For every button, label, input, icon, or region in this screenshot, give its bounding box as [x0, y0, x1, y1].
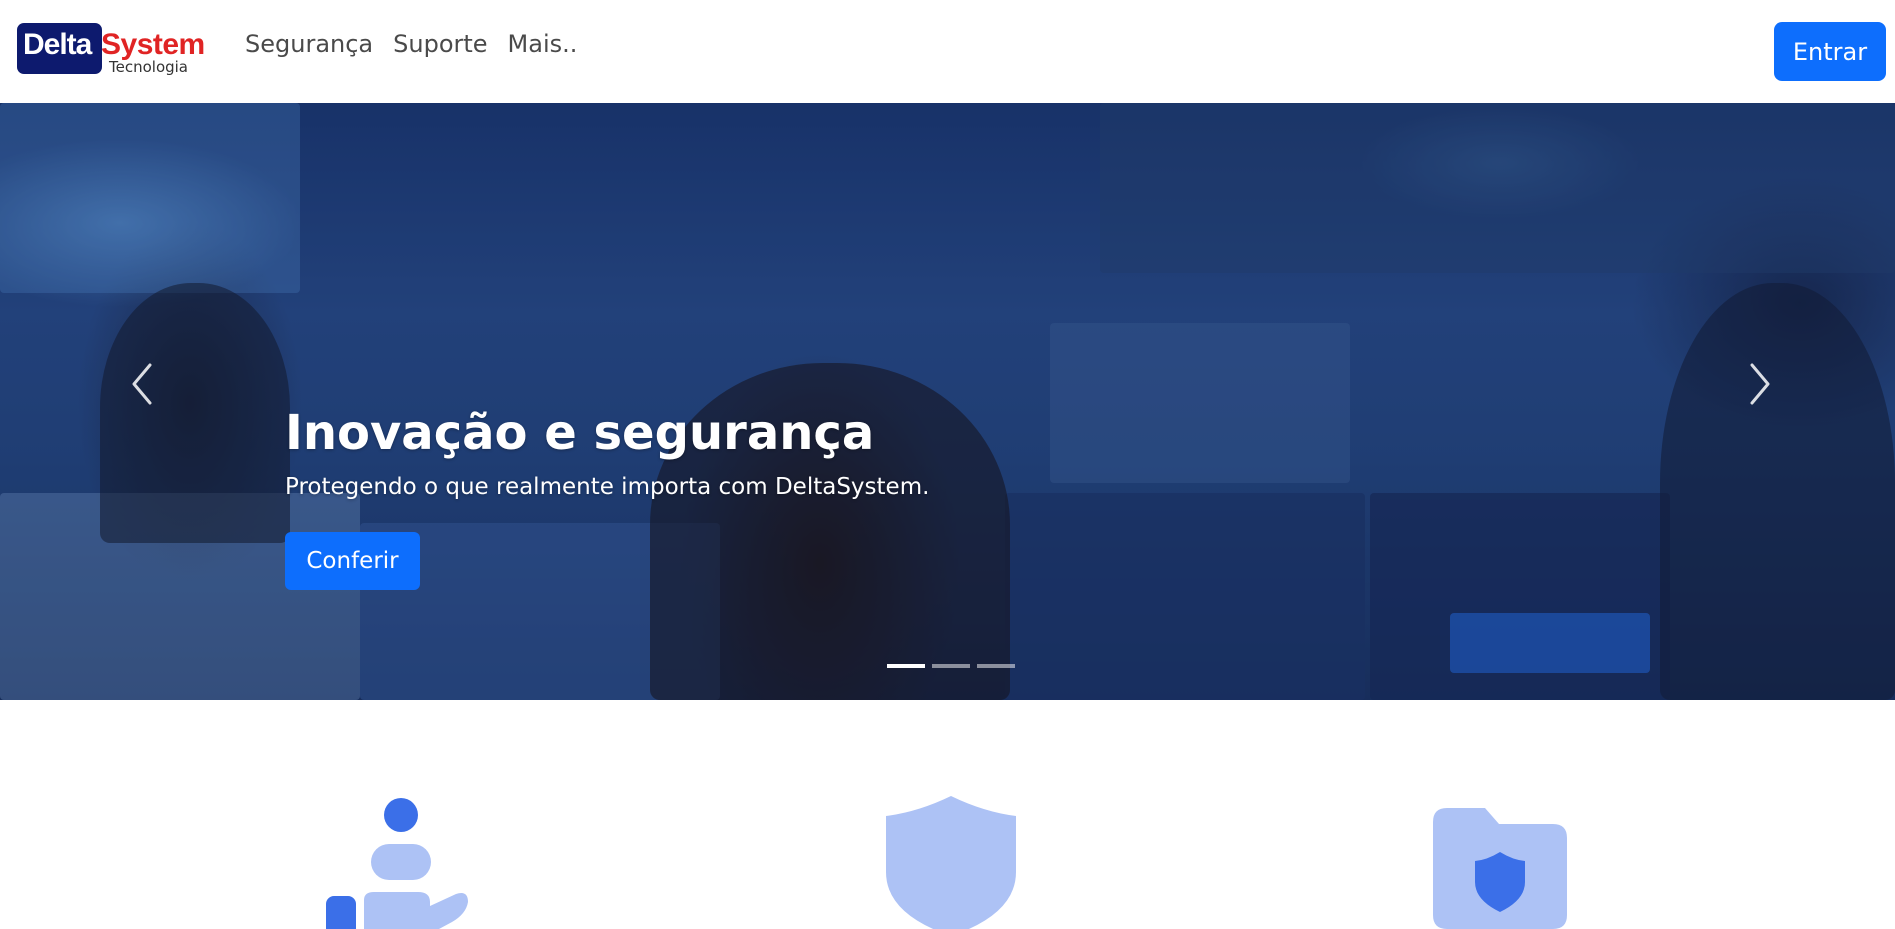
nav-link-seguranca[interactable]: Segurança: [245, 30, 373, 58]
logo-tagline: Tecnologia: [109, 58, 188, 76]
carousel-indicator-2[interactable]: [932, 664, 970, 668]
nav-link-suporte[interactable]: Suporte: [393, 30, 487, 58]
nav-link-mais[interactable]: Mais..: [508, 30, 578, 58]
chevron-left-icon[interactable]: [124, 359, 164, 409]
hand-user-icon: [326, 798, 468, 929]
logo-text-delta: Delta: [23, 28, 92, 61]
hero-carousel: Inovação e segurança Protegendo o que re…: [0, 103, 1895, 700]
carousel-title: Inovação e segurança: [285, 405, 875, 461]
chevron-right-icon[interactable]: [1738, 359, 1778, 409]
folder-shield-icon: [1433, 808, 1567, 929]
carousel-indicators: [887, 664, 1015, 668]
carousel-indicator-3[interactable]: [977, 664, 1015, 668]
carousel-indicator-1[interactable]: [887, 664, 925, 668]
login-button[interactable]: Entrar: [1774, 22, 1886, 81]
navbar: Delta System Tecnologia Segurança Suport…: [0, 0, 1895, 103]
carousel-overlay: [0, 103, 1895, 700]
brand-logo[interactable]: Delta System Tecnologia: [17, 23, 207, 79]
shield-icon: [886, 796, 1016, 929]
logo-text-system: System: [101, 28, 205, 61]
carousel-subtitle: Protegendo o que realmente importa com D…: [285, 474, 930, 500]
nav-menu: Segurança Suporte Mais..: [245, 30, 597, 58]
conferir-button[interactable]: Conferir: [285, 532, 420, 590]
